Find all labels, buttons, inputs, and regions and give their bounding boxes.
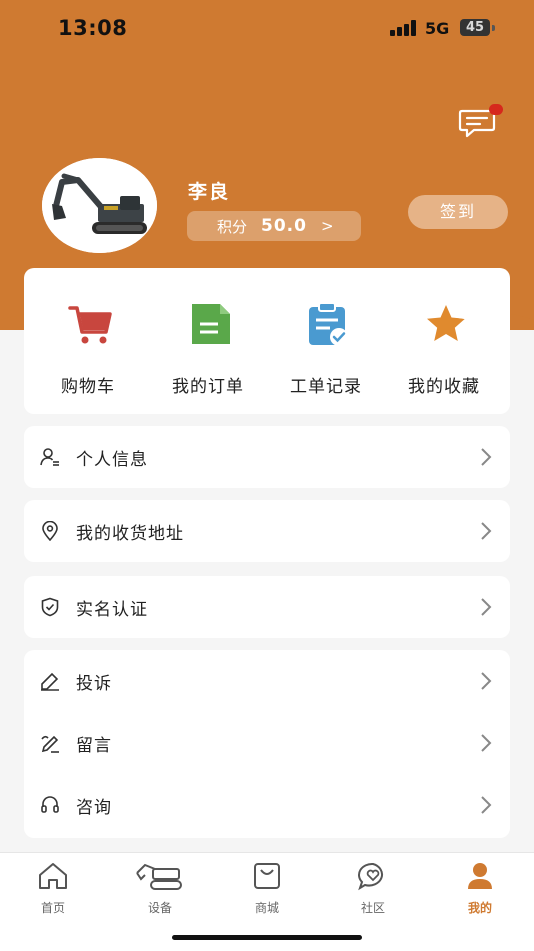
menu-item-address[interactable]: 我的收货地址 [24,500,510,562]
user-name: 李良 [188,181,231,203]
shopping-bag-icon [254,863,280,889]
real-name-card: 实名认证 [24,576,510,638]
quick-action-label: 我的订单 [172,377,244,397]
excavator-icon [136,863,182,890]
quick-actions-card: 购物车 我的订单 工单记录 我的收藏 [24,268,510,414]
address-card: 我的收货地址 [24,500,510,562]
star-icon [427,305,467,341]
menu-item-label: 实名认证 [76,599,148,620]
tab-label: 首页 [40,901,65,915]
menu-item-label: 个人信息 [76,449,148,470]
quick-action-cart[interactable]: 购物车 [28,268,148,414]
order-doc-icon [192,304,230,344]
home-icon [39,863,67,889]
chevron-right-icon [481,598,492,616]
menu-item-message[interactable]: 留言 [24,712,510,774]
chat-heart-icon [358,862,383,891]
tab-label: 设备 [147,901,172,915]
complaint-icon [41,672,59,691]
cart-icon [68,306,112,344]
signin-button[interactable]: 签到 [408,195,508,229]
points-arrow: > [320,217,334,235]
clipboard-check-icon [309,302,348,346]
messages-button[interactable] [458,104,506,140]
location-pin-icon [42,521,58,541]
menu-item-consult[interactable]: 咨询 [24,774,510,836]
menu-item-real-name[interactable]: 实名认证 [24,576,510,638]
menu-item-personal-info[interactable]: 个人信息 [24,426,510,488]
avatar[interactable] [42,158,157,253]
signal-icon [390,20,416,36]
points-label: 积分 [217,217,248,236]
chevron-right-icon [481,522,492,540]
pen-write-icon [41,735,59,753]
excavator-avatar-image [42,158,157,253]
tab-mall[interactable]: 商城 [227,861,307,916]
headset-icon [41,796,59,813]
quick-action-label: 我的收藏 [408,377,480,397]
tab-home[interactable]: 首页 [13,861,93,916]
chevron-right-icon [481,796,492,814]
battery-tip [492,25,495,31]
menu-item-label: 咨询 [76,797,112,818]
tab-equipment[interactable]: 设备 [120,861,200,916]
quick-action-orders[interactable]: 我的订单 [148,268,268,414]
points-value: 50.0 [261,216,307,236]
menu-item-complaint[interactable]: 投诉 [24,650,510,712]
network-type: 5G [425,19,450,38]
home-indicator [172,935,362,940]
personal-info-card: 个人信息 [24,426,510,488]
quick-action-label: 购物车 [61,377,115,397]
user-info-icon [40,448,59,466]
chevron-right-icon [481,734,492,752]
user-icon [468,863,492,889]
battery-icon: 45 [460,19,490,36]
shield-check-icon [41,597,59,617]
chevron-right-icon [481,672,492,690]
tab-community[interactable]: 社区 [333,861,413,916]
quick-action-favorites[interactable]: 我的收藏 [384,268,504,414]
quick-action-label: 工单记录 [290,377,362,397]
points-button[interactable]: 积分 50.0 > [187,211,361,241]
quick-action-work-orders[interactable]: 工单记录 [266,268,386,414]
menu-item-label: 我的收货地址 [76,523,184,544]
status-bar: 13:08 5G 45 [0,0,534,56]
menu-item-label: 投诉 [76,673,112,694]
status-time: 13:08 [58,16,128,40]
tab-label: 我的 [467,901,492,915]
tab-mine[interactable]: 我的 [440,861,520,916]
menu-item-label: 留言 [76,735,112,756]
chevron-right-icon [481,448,492,466]
tab-label: 社区 [360,901,385,915]
tab-label: 商城 [254,901,279,915]
unread-badge [489,104,503,115]
support-card: 投诉 留言 咨询 [24,650,510,838]
